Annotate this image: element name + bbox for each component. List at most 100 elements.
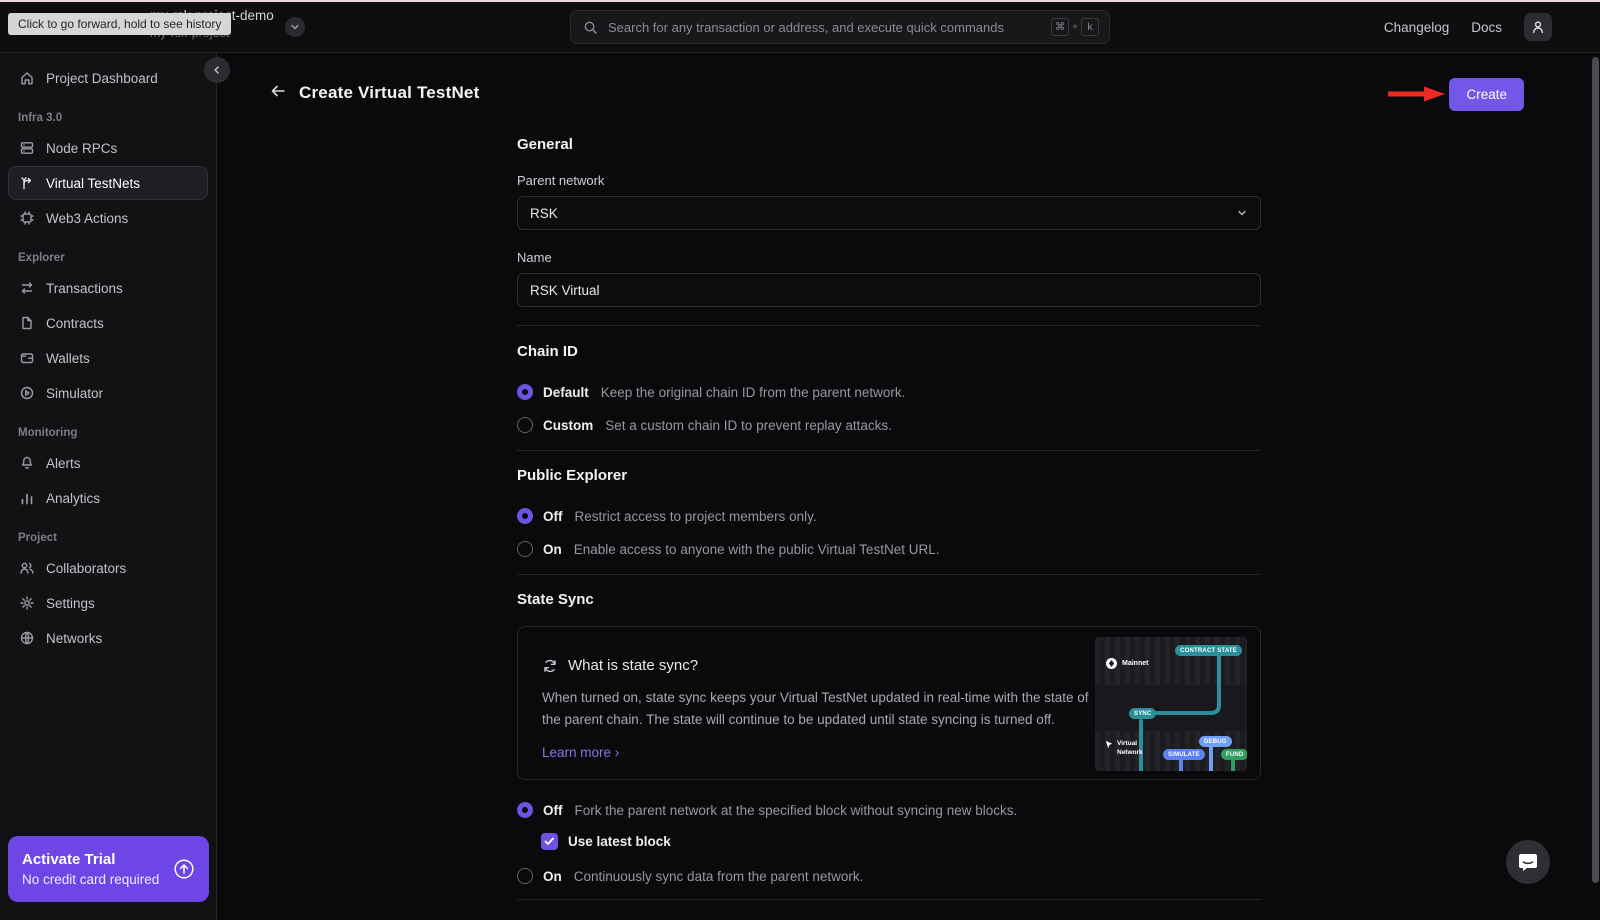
trial-text: Activate Trial No credit card required <box>22 851 159 887</box>
search-input[interactable] <box>606 19 1043 36</box>
document-icon <box>19 315 35 331</box>
scrollbar[interactable] <box>1592 57 1599 883</box>
search-icon <box>583 20 598 35</box>
name-input[interactable] <box>517 273 1261 307</box>
state-sync-heading: State Sync <box>517 591 1261 608</box>
sidebar: Project Dashboard Infra 3.0 Node RPCs Vi… <box>0 52 217 920</box>
general-heading: General <box>517 136 1261 153</box>
people-icon <box>19 560 35 576</box>
swap-arrows-icon <box>19 280 35 296</box>
main-content: Create Virtual TestNet Create General Pa… <box>217 52 1600 920</box>
parent-network-select[interactable]: RSK <box>517 196 1261 230</box>
sidebar-section-infra: Infra 3.0 <box>18 112 198 124</box>
sidebar-item-collaborators[interactable]: Collaborators <box>8 551 208 585</box>
divider <box>517 899 1261 900</box>
radio-state-sync-off[interactable]: Off Fork the parent network at the speci… <box>517 800 1261 820</box>
radio-chain-id-default[interactable]: Default Keep the original chain ID from … <box>517 382 1261 402</box>
radio-unselected-icon <box>517 417 533 433</box>
parent-network-value: RSK <box>530 206 558 221</box>
project-switcher-button[interactable] <box>285 17 305 37</box>
history-tooltip: Click to go forward, hold to see history <box>8 13 231 35</box>
radio-chain-id-custom[interactable]: Custom Set a custom chain ID to prevent … <box>517 415 1261 435</box>
radio-selected-icon <box>517 802 533 818</box>
radio-public-explorer-on[interactable]: On Enable access to anyone with the publ… <box>517 539 1261 559</box>
simulate-badge: SIMULATE <box>1163 749 1205 760</box>
cursor-icon <box>1105 740 1113 749</box>
activate-trial-banner[interactable]: Activate Trial No credit card required <box>8 836 209 902</box>
bar-chart-icon <box>19 490 35 506</box>
create-testnet-form: General Parent network RSK Name Chain ID… <box>517 136 1261 900</box>
chevron-down-icon <box>1236 207 1248 219</box>
checkbox-checked-icon <box>541 833 558 850</box>
sidebar-item-node-rpcs[interactable]: Node RPCs <box>8 131 208 165</box>
debug-badge: DEBUG <box>1199 736 1232 747</box>
chevron-down-icon <box>289 21 301 33</box>
name-label: Name <box>517 250 1261 265</box>
sidebar-item-project-dashboard[interactable]: Project Dashboard <box>8 61 208 95</box>
sidebar-item-label: Simulator <box>46 386 103 401</box>
use-latest-block-checkbox[interactable]: Use latest block <box>541 833 1261 850</box>
sidebar-item-label: Alerts <box>46 456 81 471</box>
plus-separator: + <box>1072 22 1078 33</box>
home-icon <box>19 70 35 86</box>
app-window: my-rsk-project-demo my-rsk-project Click… <box>0 0 1600 920</box>
fund-badge: FUND <box>1221 749 1247 760</box>
sidebar-item-wallets[interactable]: Wallets <box>8 341 208 375</box>
sidebar-item-label: Wallets <box>46 351 90 366</box>
radio-selected-icon <box>517 384 533 400</box>
sidebar-item-web3-actions[interactable]: Web3 Actions <box>8 201 208 235</box>
radio-unselected-icon <box>517 868 533 884</box>
learn-more-link[interactable]: Learn more › <box>542 745 619 760</box>
sidebar-item-transactions[interactable]: Transactions <box>8 271 208 305</box>
sidebar-item-label: Collaborators <box>46 561 126 576</box>
sidebar-item-label: Settings <box>46 596 95 611</box>
cmd-key-badge: ⌘ <box>1051 18 1069 36</box>
sidebar-item-virtual-testnets[interactable]: Virtual TestNets <box>8 166 208 200</box>
docs-link[interactable]: Docs <box>1471 20 1502 35</box>
changelog-link[interactable]: Changelog <box>1384 20 1449 35</box>
sidebar-collapse-button[interactable] <box>204 57 230 83</box>
arrow-up-circle-icon <box>173 858 195 880</box>
refresh-sync-icon <box>542 658 558 674</box>
chevron-left-icon <box>211 64 223 76</box>
sidebar-item-label: Web3 Actions <box>46 211 128 226</box>
virtual-network-label: Virtual Network <box>1105 740 1143 758</box>
play-circle-icon <box>19 385 35 401</box>
sidebar-item-label: Networks <box>46 631 102 646</box>
divider <box>517 450 1261 451</box>
radio-public-explorer-off[interactable]: Off Restrict access to project members o… <box>517 506 1261 526</box>
sidebar-section-explorer: Explorer <box>18 252 198 264</box>
gear-icon <box>19 595 35 611</box>
avatar[interactable] <box>1524 13 1552 41</box>
sidebar-item-label: Contracts <box>46 316 104 331</box>
sidebar-item-label: Analytics <box>46 491 100 506</box>
sidebar-item-alerts[interactable]: Alerts <box>8 446 208 480</box>
sidebar-item-analytics[interactable]: Analytics <box>8 481 208 515</box>
sync-badge: SYNC <box>1129 708 1156 719</box>
create-button[interactable]: Create <box>1449 78 1524 111</box>
sidebar-item-contracts[interactable]: Contracts <box>8 306 208 340</box>
card-body: When turned on, state sync keeps your Vi… <box>542 687 1097 732</box>
divider <box>517 574 1261 575</box>
back-button[interactable] <box>269 82 287 100</box>
trial-subtitle: No credit card required <box>22 872 159 887</box>
arrow-left-icon <box>269 82 287 100</box>
trial-title: Activate Trial <box>22 851 159 868</box>
chip-icon <box>19 210 35 226</box>
fork-branch-icon <box>19 175 35 191</box>
radio-state-sync-on[interactable]: On Continuously sync data from the paren… <box>517 866 1261 886</box>
search-bar[interactable]: ⌘ + k <box>570 10 1110 44</box>
page-title: Create Virtual TestNet <box>299 83 479 103</box>
sidebar-item-networks[interactable]: Networks <box>8 621 208 655</box>
wallet-icon <box>19 350 35 366</box>
bell-icon <box>19 455 35 471</box>
k-key-badge: k <box>1081 18 1099 36</box>
sidebar-item-simulator[interactable]: Simulator <box>8 376 208 410</box>
sidebar-section-monitoring: Monitoring <box>18 427 198 439</box>
chat-button[interactable] <box>1506 840 1550 884</box>
state-sync-info-card: What is state sync? When turned on, stat… <box>517 626 1261 780</box>
mainnet-icon <box>1106 658 1117 669</box>
contract-state-badge: CONTRACT STATE <box>1175 645 1242 656</box>
topbar-right-nav: Changelog Docs <box>1384 2 1552 52</box>
sidebar-item-settings[interactable]: Settings <box>8 586 208 620</box>
